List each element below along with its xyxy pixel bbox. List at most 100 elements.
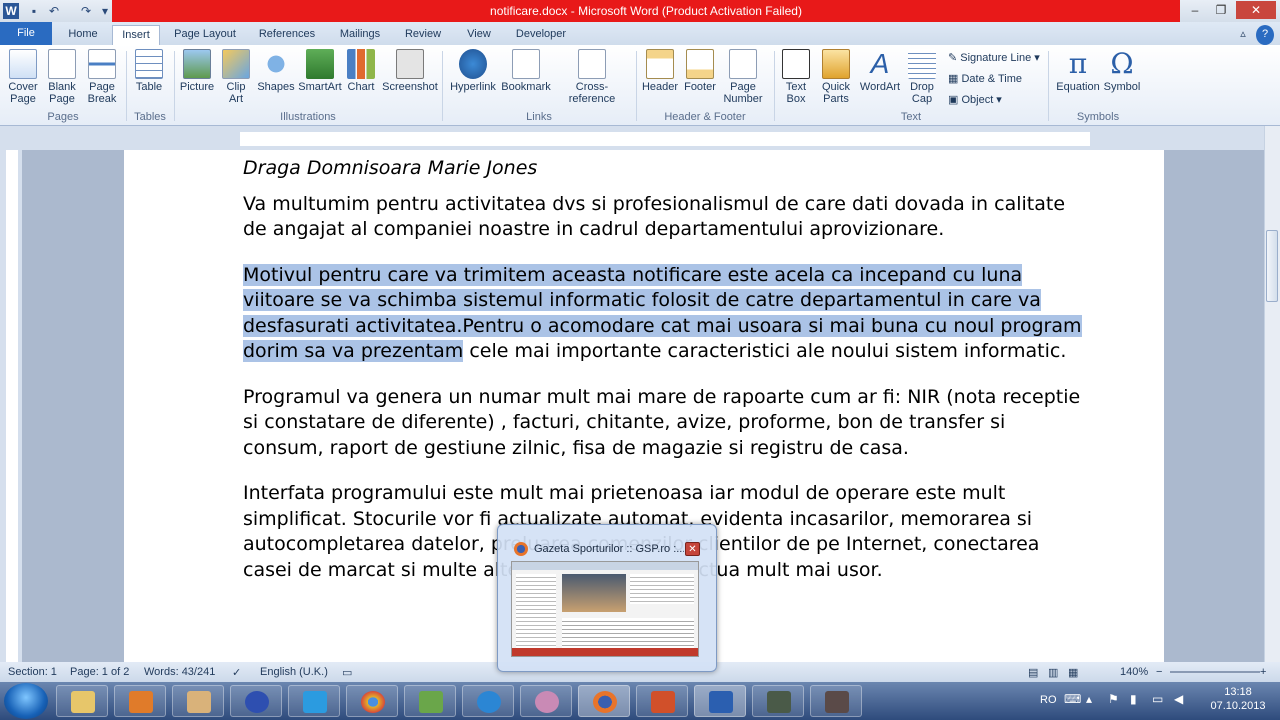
volume-icon[interactable]: ◀ [1174, 692, 1183, 706]
hand-icon [187, 691, 211, 713]
signature-line-button[interactable]: ✎ Signature Line ▾ [948, 51, 1040, 64]
bookmark-icon [512, 49, 540, 79]
proofing-icon[interactable]: ✓ [232, 666, 241, 679]
tab-mailings[interactable]: Mailings [334, 25, 386, 45]
language-indicator[interactable]: English (U.K.) [260, 666, 328, 678]
taskbar-media[interactable] [114, 685, 166, 717]
taskbar-app2[interactable] [230, 685, 282, 717]
preview-thumbnail[interactable] [511, 561, 699, 657]
clip-art-button[interactable]: Clip Art [220, 49, 252, 105]
tab-page-layout[interactable]: Page Layout [170, 25, 240, 45]
text-box-button[interactable]: Text Box [778, 49, 814, 105]
wordart-icon: A [870, 48, 890, 79]
close-button[interactable]: ✕ [1236, 1, 1276, 19]
zoom-level[interactable]: 140% [1120, 666, 1148, 678]
chart-button[interactable]: Chart [344, 49, 378, 93]
undo-icon[interactable]: ↶ [46, 3, 62, 19]
smartart-icon [306, 49, 334, 79]
taskbar-chrome[interactable] [346, 685, 398, 717]
tab-developer[interactable]: Developer [510, 25, 572, 45]
firefox-icon [514, 542, 528, 556]
tab-insert[interactable]: Insert [112, 25, 160, 45]
equation-button[interactable]: π Equation [1054, 49, 1102, 94]
taskbar-explorer[interactable] [56, 685, 108, 717]
hyperlink-button[interactable]: Hyperlink [448, 49, 498, 93]
date-time-button[interactable]: ▦ Date & Time [948, 72, 1022, 85]
restore-button[interactable]: ❐ [1208, 1, 1234, 19]
page-indicator[interactable]: Page: 1 of 2 [70, 666, 129, 678]
drop-cap-button[interactable]: Drop Cap [904, 49, 940, 105]
keyboard-icon[interactable]: ⌨ [1064, 692, 1081, 706]
calendar-icon: ▦ [948, 73, 962, 85]
tab-view[interactable]: View [460, 25, 498, 45]
blank-page-icon [48, 49, 76, 79]
save-icon[interactable]: ▪ [26, 3, 42, 19]
bookmark-button[interactable]: Bookmark [500, 49, 552, 93]
header-button[interactable]: Header [640, 49, 680, 93]
clip-art-icon [222, 49, 250, 79]
cover-page-button[interactable]: Cover Page [4, 49, 42, 105]
cross-reference-button[interactable]: Cross-reference [554, 49, 630, 105]
page-break-button[interactable]: Page Break [84, 49, 120, 105]
taskbar-skype[interactable] [288, 685, 340, 717]
ruler-active-area [240, 132, 1090, 146]
object-button[interactable]: ▣ Object ▾ [948, 93, 1002, 106]
blank-page-button[interactable]: Blank Page [44, 49, 80, 105]
smartart-button[interactable]: SmartArt [298, 49, 342, 93]
web-layout-icon[interactable]: ▦ [1068, 666, 1078, 679]
tab-file[interactable]: File [0, 22, 52, 45]
picture-button[interactable]: Picture [178, 49, 216, 93]
start-button[interactable] [4, 683, 48, 719]
macro-icon[interactable]: ▭ [342, 666, 352, 679]
preview-close-button[interactable]: ✕ [685, 542, 700, 556]
customize-icon[interactable]: ▾ [97, 3, 113, 19]
vertical-scrollbar[interactable] [1264, 126, 1280, 662]
word-taskbar-icon [709, 691, 733, 713]
word-count[interactable]: Words: 43/241 [144, 666, 215, 678]
print-layout-icon[interactable]: ▤ [1028, 666, 1038, 679]
screenshot-button[interactable]: Screenshot [382, 49, 438, 93]
zoom-in-icon[interactable]: + [1260, 666, 1266, 678]
redo-icon[interactable]: ↷ [78, 3, 94, 19]
wordart-button[interactable]: A WordArt [858, 48, 902, 94]
taskbar-app5[interactable] [752, 685, 804, 717]
full-screen-icon[interactable]: ▥ [1048, 666, 1058, 679]
tab-home[interactable]: Home [62, 25, 104, 45]
network-icon[interactable]: ▮ [1130, 692, 1137, 706]
zoom-slider[interactable] [1170, 671, 1260, 673]
taskbar-word[interactable] [694, 685, 746, 717]
tab-review[interactable]: Review [400, 25, 446, 45]
minimize-ribbon-icon[interactable]: ▵ [1234, 25, 1252, 45]
title-bar: W ▪ ↶ ↷ ▾ notificare.docx - Microsoft Wo… [0, 0, 1280, 22]
zoom-out-icon[interactable]: − [1156, 666, 1162, 678]
taskbar-app3[interactable] [404, 685, 456, 717]
footer-button[interactable]: Footer [682, 49, 718, 93]
tab-references[interactable]: References [254, 25, 320, 45]
word-icon[interactable]: W [3, 3, 19, 19]
help-icon[interactable]: ? [1256, 25, 1274, 45]
table-button[interactable]: Table [132, 49, 166, 93]
taskbar-ie[interactable] [462, 685, 514, 717]
minimize-button[interactable]: – [1182, 1, 1208, 19]
input-language[interactable]: RO [1040, 694, 1057, 706]
quick-parts-button[interactable]: Quick Parts [816, 49, 856, 105]
clock-date: 07.10.2013 [1210, 700, 1266, 712]
section-indicator[interactable]: Section: 1 [8, 666, 57, 678]
taskbar-firefox[interactable] [578, 685, 630, 717]
paragraph-2-rest: cele mai importante caracteristici ale n… [463, 340, 1067, 362]
shapes-button[interactable]: Shapes [256, 49, 296, 93]
flag-icon[interactable]: ⚑ [1108, 692, 1119, 706]
taskbar-app[interactable] [172, 685, 224, 717]
system-clock[interactable]: 13:18 07.10.2013 [1200, 685, 1276, 713]
taskbar-powerpoint[interactable] [636, 685, 688, 717]
taskbar-thumbnail-preview[interactable]: Gazeta Sporturilor :: GSP.ro :... ✕ [497, 524, 717, 672]
tray-expand-icon[interactable]: ▴ [1086, 692, 1092, 706]
skype-icon [303, 691, 327, 713]
battery-icon[interactable]: ▭ [1152, 692, 1163, 706]
omega-icon: Ω [1110, 47, 1134, 80]
taskbar-app4[interactable] [520, 685, 572, 717]
taskbar-app6[interactable] [810, 685, 862, 717]
page-number-button[interactable]: Page Number [720, 49, 766, 105]
symbol-button[interactable]: Ω Symbol [1102, 47, 1142, 94]
scrollbar-thumb[interactable] [1266, 230, 1278, 302]
